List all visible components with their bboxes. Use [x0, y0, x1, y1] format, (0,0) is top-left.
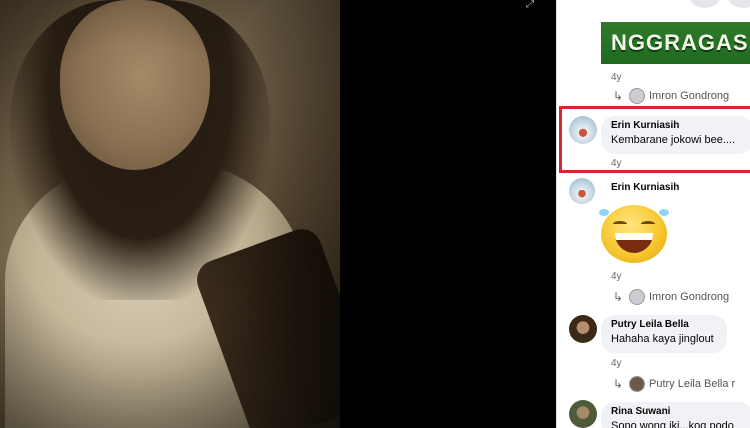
reply-link[interactable]: ↳ Putry Leila Bella r	[613, 375, 735, 393]
photo-viewer: ⤢	[0, 0, 556, 428]
avatar[interactable]	[569, 315, 597, 343]
reply-author: Putry Leila Bella r	[649, 378, 736, 390]
comment-author[interactable]: Erin Kurniasih	[611, 182, 679, 193]
messenger-icon[interactable]	[728, 0, 750, 8]
comment-banner-image: NGGRAGAS	[601, 22, 750, 64]
expand-icon[interactable]: ⤢	[526, 0, 538, 10]
comment-text: Hahaha kaya jinglout	[611, 333, 714, 345]
comment-time[interactable]: 4y	[611, 72, 622, 83]
highlight-box	[559, 106, 750, 173]
avatar[interactable]	[569, 178, 595, 204]
avatar[interactable]	[569, 400, 597, 428]
avatar	[629, 376, 645, 392]
reply-arrow-icon: ↳	[613, 89, 624, 103]
avatar	[629, 289, 645, 305]
laughing-emoji-icon	[599, 205, 669, 263]
comment-time[interactable]: 4y	[611, 358, 622, 369]
facebook-icon[interactable]	[690, 0, 720, 8]
comment-bubble: Putry Leila Bella Hahaha kaya jinglout	[601, 315, 727, 353]
comments-panel: NGGRAGAS 4y ↳ Imron Gondrong Erin Kurnia…	[556, 0, 750, 428]
reply-author: Imron Gondrong	[649, 291, 730, 303]
top-toolbar	[557, 0, 750, 8]
reply-arrow-icon: ↳	[613, 290, 624, 304]
avatar	[629, 88, 645, 104]
comment-author[interactable]: Putry Leila Bella	[611, 319, 717, 330]
comment-author[interactable]: Rina Suwani	[611, 406, 743, 417]
comment-text: Sopo wong iki...koq podo	[611, 420, 734, 428]
reply-link[interactable]: ↳ Imron Gondrong	[613, 87, 729, 105]
photo[interactable]	[0, 0, 340, 428]
reply-author: Imron Gondrong	[649, 90, 730, 102]
reply-arrow-icon: ↳	[613, 377, 624, 391]
reply-link[interactable]: ↳ Imron Gondrong	[613, 288, 729, 306]
banner-text: NGGRAGAS	[611, 30, 749, 55]
photo-vignette	[0, 0, 340, 428]
comment-time[interactable]: 4y	[611, 271, 622, 282]
photo-viewer-screen: ⤢ NGGRAGAS 4y ↳ Imron Gondrong Erin Kurn…	[0, 0, 750, 428]
comment-bubble: Rina Suwani Sopo wong iki...koq podo	[601, 402, 750, 428]
